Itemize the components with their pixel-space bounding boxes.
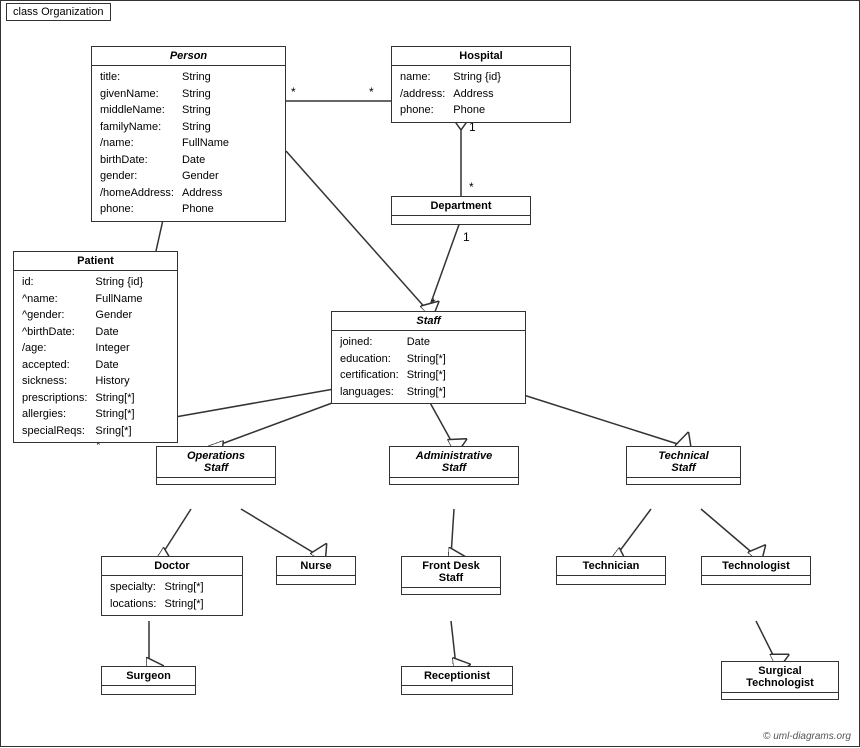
class-receptionist-body <box>402 686 512 694</box>
class-operations-staff-body <box>157 478 275 484</box>
class-front-desk-staff: Front DeskStaff <box>401 556 501 595</box>
svg-text:*: * <box>431 296 436 310</box>
class-technologist-body <box>702 576 810 584</box>
svg-text:*: * <box>291 85 296 99</box>
class-technical-staff: TechnicalStaff <box>626 446 741 485</box>
class-department-body <box>392 216 530 224</box>
class-staff: Staff joined:Date education:String[*] ce… <box>331 311 526 404</box>
class-receptionist: Receptionist <box>401 666 513 695</box>
class-technician-body <box>557 576 665 584</box>
class-person-header: Person <box>92 47 285 66</box>
class-person-body: title:String givenName:String middleName… <box>92 66 285 221</box>
class-surgical-technologist: SurgicalTechnologist <box>721 661 839 700</box>
class-doctor-header: Doctor <box>102 557 242 576</box>
class-receptionist-header: Receptionist <box>402 667 512 686</box>
class-department: Department <box>391 196 531 225</box>
copyright: © uml-diagrams.org <box>763 731 851 742</box>
class-department-header: Department <box>392 197 530 216</box>
class-front-desk-staff-body <box>402 588 500 594</box>
class-technician-header: Technician <box>557 557 665 576</box>
class-hospital-body: name:String {id} /address:Address phone:… <box>392 66 570 122</box>
class-technologist: Technologist <box>701 556 811 585</box>
class-technical-staff-header: TechnicalStaff <box>627 447 740 478</box>
class-patient: Patient id:String {id} ^name:FullName ^g… <box>13 251 178 443</box>
class-surgeon-body <box>102 686 195 694</box>
class-staff-header: Staff <box>332 312 525 331</box>
class-doctor: Doctor specialty:String[*] locations:Str… <box>101 556 243 616</box>
diagram-container: class Organization * * 1 * 1 * <box>0 0 860 747</box>
class-patient-body: id:String {id} ^name:FullName ^gender:Ge… <box>14 271 177 442</box>
class-administrative-staff-header: AdministrativeStaff <box>390 447 518 478</box>
class-doctor-body: specialty:String[*] locations:String[*] <box>102 576 242 615</box>
class-technician: Technician <box>556 556 666 585</box>
class-administrative-staff-body <box>390 478 518 484</box>
class-surgical-technologist-header: SurgicalTechnologist <box>722 662 838 693</box>
class-nurse: Nurse <box>276 556 356 585</box>
class-operations-staff-header: OperationsStaff <box>157 447 275 478</box>
class-patient-header: Patient <box>14 252 177 271</box>
svg-text:*: * <box>369 85 374 99</box>
class-technologist-header: Technologist <box>702 557 810 576</box>
svg-text:*: * <box>469 180 474 194</box>
class-hospital: Hospital name:String {id} /address:Addre… <box>391 46 571 123</box>
class-person: Person title:String givenName:String mid… <box>91 46 286 222</box>
class-technical-staff-body <box>627 478 740 484</box>
class-hospital-header: Hospital <box>392 47 570 66</box>
class-nurse-header: Nurse <box>277 557 355 576</box>
class-staff-body: joined:Date education:String[*] certific… <box>332 331 525 403</box>
class-surgical-technologist-body <box>722 693 838 699</box>
class-operations-staff: OperationsStaff <box>156 446 276 485</box>
class-front-desk-staff-header: Front DeskStaff <box>402 557 500 588</box>
class-surgeon: Surgeon <box>101 666 196 695</box>
diagram-title: class Organization <box>6 3 111 21</box>
class-administrative-staff: AdministrativeStaff <box>389 446 519 485</box>
class-nurse-body <box>277 576 355 584</box>
class-surgeon-header: Surgeon <box>102 667 195 686</box>
svg-text:1: 1 <box>463 230 470 244</box>
